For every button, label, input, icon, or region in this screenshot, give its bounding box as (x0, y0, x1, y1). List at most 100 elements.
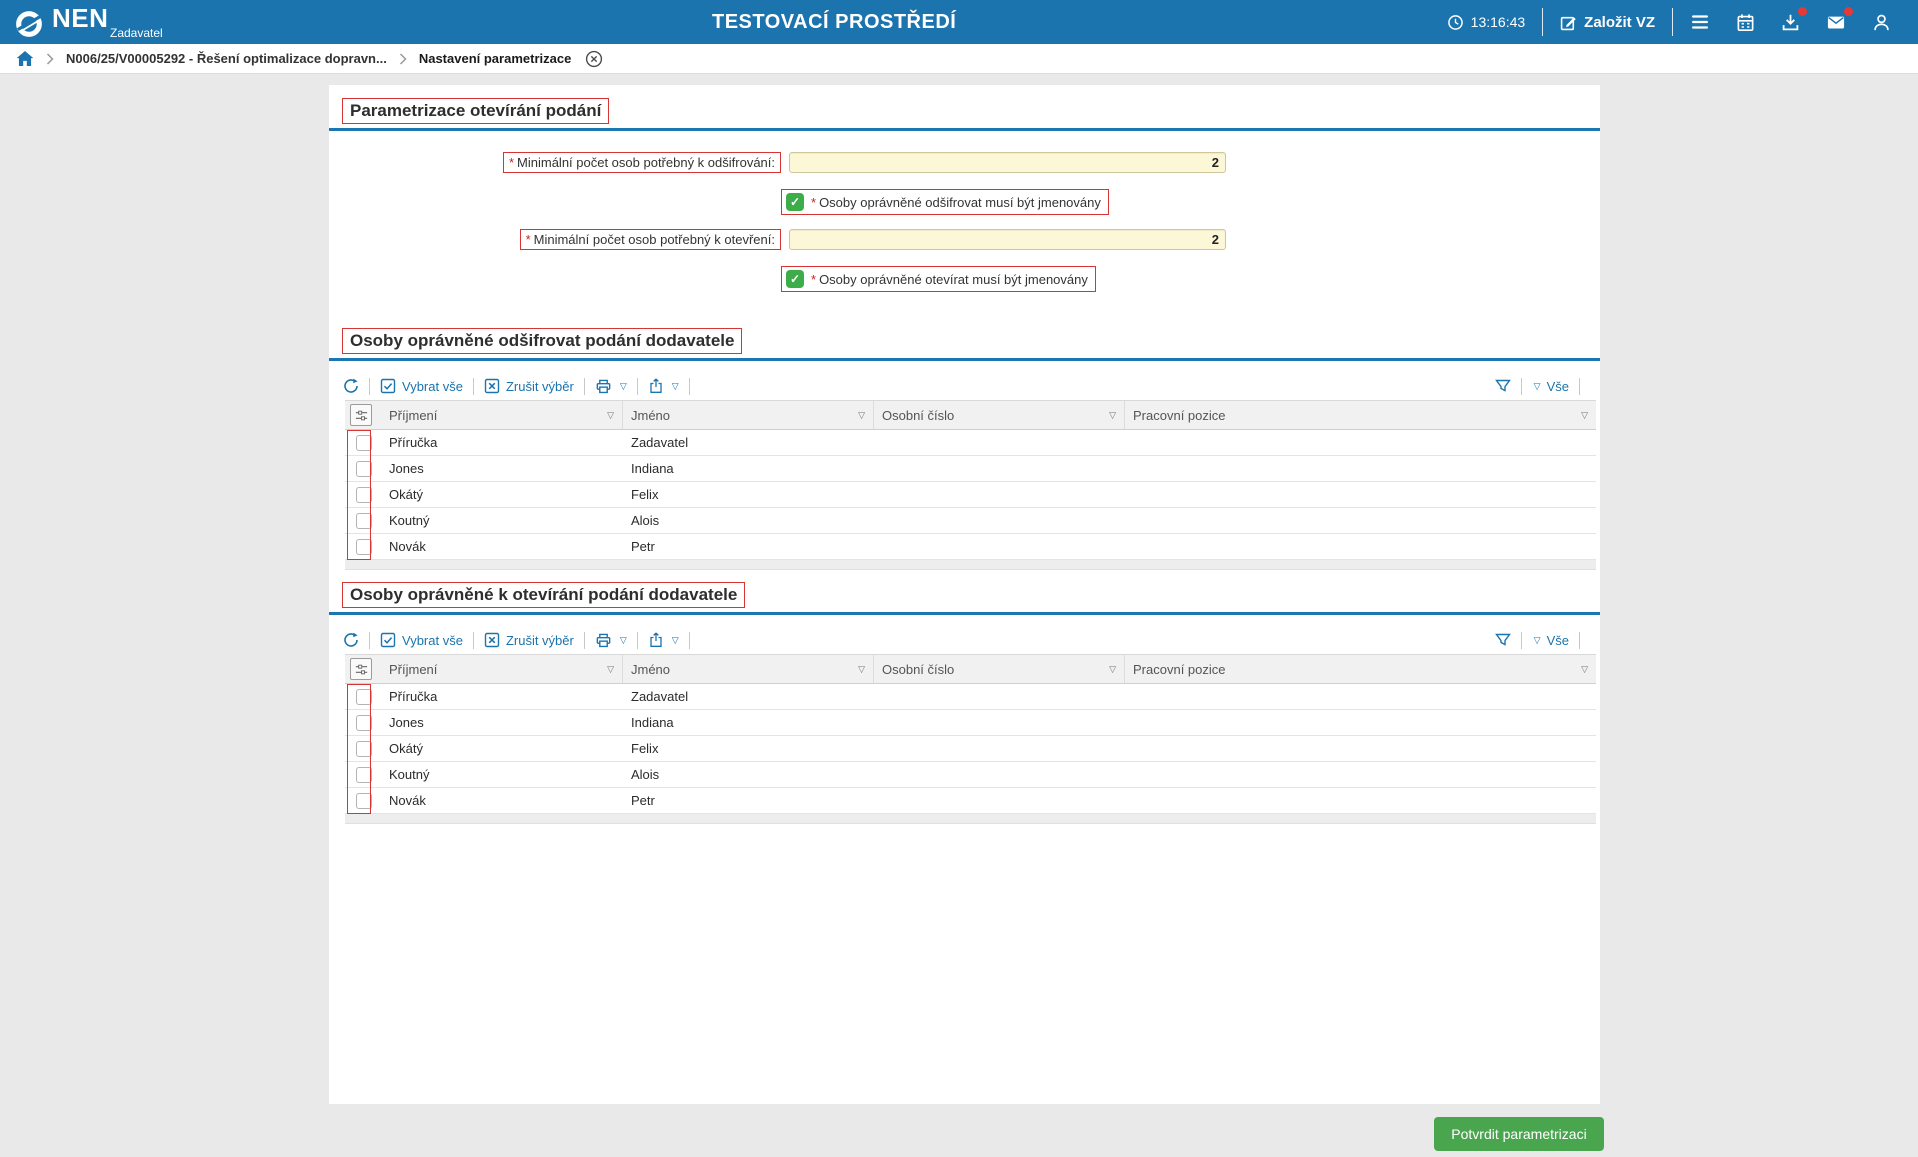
select-all-button[interactable]: Vybrat vše (380, 632, 463, 648)
cell-surname: Okátý (381, 736, 623, 761)
row-checkbox[interactable] (356, 689, 372, 705)
row-checkbox[interactable] (356, 435, 372, 451)
mail-notification-dot (1844, 7, 1853, 16)
confirm-parametrization-button[interactable]: Potvrdit parametrizaci (1434, 1117, 1604, 1151)
cell-personal-number (874, 710, 1125, 735)
app-header: NEN Zadavatel TESTOVACÍ PROSTŘEDÍ 13:16:… (0, 0, 1918, 44)
filter-caret-icon[interactable]: ▽ (1581, 410, 1588, 421)
table-row[interactable]: Jones Indiana (345, 456, 1596, 482)
select-all-button[interactable]: Vybrat vše (380, 378, 463, 394)
table-row[interactable]: Novák Petr (345, 788, 1596, 814)
filter-caret-icon[interactable]: ▽ (858, 664, 865, 675)
close-circle-icon (585, 50, 603, 68)
funnel-icon (1495, 379, 1511, 393)
filter-caret-icon[interactable]: ▽ (607, 410, 614, 421)
breadcrumb-item-procurement[interactable]: N006/25/V00005292 - Řešení optimalizace … (66, 51, 387, 66)
filter-button[interactable] (1495, 379, 1511, 393)
caret-down-icon[interactable]: ▽ (620, 381, 627, 392)
table-footer-strip (345, 814, 1596, 824)
column-header-position[interactable]: Pracovní pozice ▽ (1125, 401, 1596, 429)
create-vz-button[interactable]: Založit VZ (1547, 14, 1668, 31)
toolbar-divider (637, 632, 638, 649)
table-row[interactable]: Koutný Alois (345, 508, 1596, 534)
filter-caret-icon[interactable]: ▽ (1581, 664, 1588, 675)
column-settings-button[interactable] (350, 658, 372, 680)
filter-scope-button[interactable]: ▽ Vše (1532, 379, 1569, 394)
caret-down-icon[interactable]: ▽ (620, 635, 627, 646)
column-header-surname[interactable]: Příjmení▽ (381, 655, 623, 683)
nen-logo[interactable]: NEN Zadavatel (14, 5, 163, 39)
cell-personal-number (874, 762, 1125, 787)
table-toolbar: Vybrat vše Zrušit výběr ▽ (329, 372, 1600, 400)
table-row[interactable]: Příručka Zadavatel (345, 430, 1596, 456)
filter-button[interactable] (1495, 633, 1511, 647)
caret-down-icon[interactable]: ▽ (672, 635, 679, 646)
table-row[interactable]: Koutný Alois (345, 762, 1596, 788)
column-label: Pracovní pozice (1133, 408, 1226, 423)
row-checkbox[interactable] (356, 513, 372, 529)
clear-selection-button[interactable]: Zrušit výběr (484, 378, 574, 394)
filter-scope-label: Vše (1547, 379, 1569, 394)
column-label: Pracovní pozice (1133, 662, 1226, 677)
refresh-button[interactable] (343, 378, 359, 394)
home-button[interactable] (16, 50, 34, 67)
open-count-input[interactable] (789, 229, 1226, 250)
column-header-position[interactable]: Pracovní pozice ▽ (1125, 655, 1596, 683)
open-named-checkbox[interactable]: ✓ (786, 270, 804, 288)
row-checkbox[interactable] (356, 539, 372, 555)
table-row[interactable]: Okátý Felix (345, 482, 1596, 508)
row-checkbox[interactable] (356, 741, 372, 757)
toolbar-divider (473, 632, 474, 649)
export-button[interactable]: ▽ (648, 378, 679, 394)
cell-firstname: Zadavatel (623, 430, 874, 455)
table-row[interactable]: Okátý Felix (345, 736, 1596, 762)
checkbox-label-text: Osoby oprávněné odšifrovat musí být jmen… (819, 195, 1101, 210)
row-checkbox[interactable] (356, 793, 372, 809)
print-button[interactable]: ▽ (595, 378, 627, 395)
filter-caret-icon[interactable]: ▽ (1109, 664, 1116, 675)
print-button[interactable]: ▽ (595, 632, 627, 649)
user-profile-button[interactable] (1859, 13, 1904, 32)
user-icon (1872, 13, 1891, 32)
clear-selection-button[interactable]: Zrušit výběr (484, 632, 574, 648)
caret-down-icon: ▽ (1534, 381, 1541, 392)
column-settings-button[interactable] (350, 404, 372, 426)
sliders-icon (354, 408, 369, 423)
column-header-firstname[interactable]: Jméno▽ (623, 655, 874, 683)
messages-button[interactable] (1813, 13, 1859, 32)
toolbar-divider (689, 378, 690, 395)
close-tab-button[interactable] (585, 50, 603, 68)
caret-down-icon[interactable]: ▽ (672, 381, 679, 392)
table-row[interactable]: Novák Petr (345, 534, 1596, 560)
refresh-button[interactable] (343, 632, 359, 648)
cell-position (1125, 788, 1596, 813)
row-checkbox[interactable] (356, 461, 372, 477)
nen-swirl-icon (14, 9, 44, 39)
row-checkbox[interactable] (356, 715, 372, 731)
row-checkbox[interactable] (356, 767, 372, 783)
filter-caret-icon[interactable]: ▽ (1109, 410, 1116, 421)
cell-firstname: Indiana (623, 456, 874, 481)
column-label: Osobní číslo (882, 408, 954, 423)
filter-scope-button[interactable]: ▽ Vše (1532, 633, 1569, 648)
table-row[interactable]: Příručka Zadavatel (345, 684, 1596, 710)
column-header-personal-number[interactable]: Osobní číslo ▽ (874, 401, 1125, 429)
decrypt-count-input[interactable] (789, 152, 1226, 173)
column-header-surname[interactable]: Příjmení▽ (381, 401, 623, 429)
row-checkbox[interactable] (356, 487, 372, 503)
column-header-firstname[interactable]: Jméno▽ (623, 401, 874, 429)
menu-button[interactable] (1677, 14, 1723, 30)
downloads-button[interactable] (1768, 13, 1813, 32)
toolbar-divider (1521, 632, 1522, 649)
required-marker: * (509, 155, 514, 170)
cell-position (1125, 762, 1596, 787)
funnel-icon (1495, 633, 1511, 647)
breadcrumb-item-current[interactable]: Nastavení parametrizace (419, 51, 571, 66)
export-button[interactable]: ▽ (648, 632, 679, 648)
column-header-personal-number[interactable]: Osobní číslo▽ (874, 655, 1125, 683)
decrypt-named-checkbox[interactable]: ✓ (786, 193, 804, 211)
table-row[interactable]: Jones Indiana (345, 710, 1596, 736)
calendar-button[interactable] (1723, 13, 1768, 32)
filter-caret-icon[interactable]: ▽ (607, 664, 614, 675)
filter-caret-icon[interactable]: ▽ (858, 410, 865, 421)
